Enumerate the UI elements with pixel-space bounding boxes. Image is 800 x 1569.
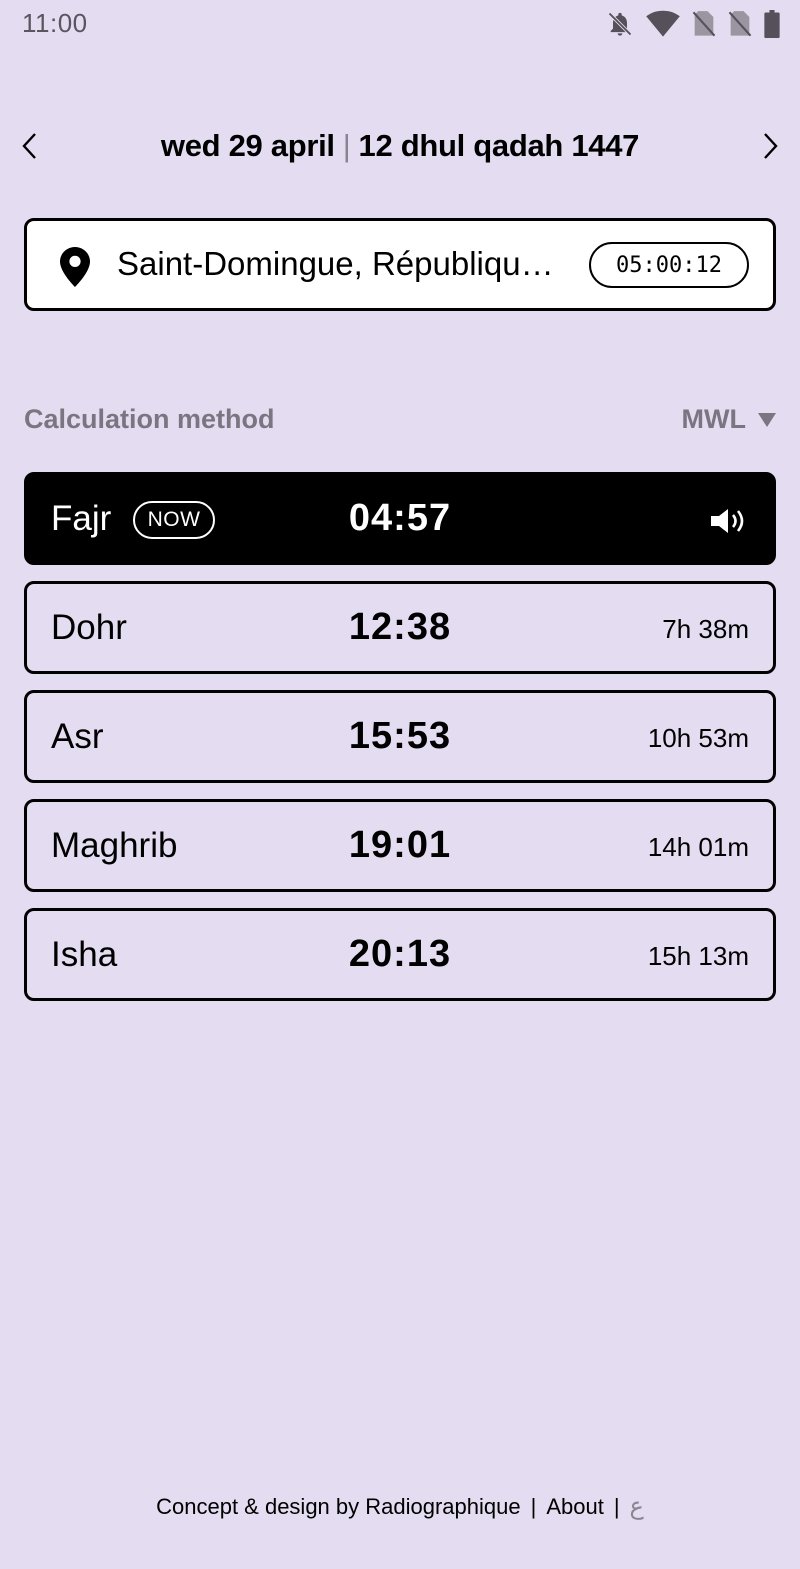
footer: Concept & design by Radiographique | About… [0,1492,800,1521]
date-separator: | [342,128,351,163]
no-sim-icon [728,10,752,38]
location-name: Saint-Domingue, République Dominicaine [117,245,557,282]
speaker-icon[interactable] [711,507,749,540]
prayer-card-maghrib[interactable]: Maghrib 19:01 14h 01m [24,799,776,892]
status-bar: 11:00 [0,0,800,46]
calculation-method-label: Calculation method [24,404,275,434]
next-day-button[interactable] [754,130,786,162]
calculation-method-value: MWL [681,404,746,434]
prayer-card-dohr[interactable]: Dohr 12:38 7h 38m [24,581,776,674]
countdown-timer: 05:00:12 [589,242,749,288]
chevron-right-icon [764,133,778,159]
footer-separator: | [530,1494,537,1519]
credit-link[interactable]: Concept & design by Radiographique [156,1494,520,1519]
triangle-down-icon [758,412,776,427]
location-pin-icon [59,247,91,292]
about-link[interactable]: About [546,1494,604,1519]
status-icons [606,10,780,38]
prayer-list: Fajr NOW 04:57 Dohr 12:38 7h 38m Asr 15:… [24,472,776,1017]
prayer-remaining: 15h 13m [647,941,749,971]
date-display: wed 29 april | 12 dhul qadah 1447 [0,128,800,164]
calculation-method-row: Calculation method MWL [24,402,776,438]
footer-separator: | [613,1494,620,1519]
prayer-remaining: 14h 01m [647,832,749,862]
no-sim-icon [692,10,716,38]
prayer-card-fajr[interactable]: Fajr NOW 04:57 [24,472,776,565]
calculation-method-dropdown[interactable]: MWL [682,404,776,435]
prayer-remaining: 7h 38m [662,614,749,644]
battery-icon [764,10,780,38]
language-toggle[interactable]: ع [630,1493,644,1520]
prayer-card-isha[interactable]: Isha 20:13 15h 13m [24,908,776,1001]
date-header: wed 29 april | 12 dhul qadah 1447 [0,120,800,172]
wifi-icon [646,10,680,38]
prayer-card-asr[interactable]: Asr 15:53 10h 53m [24,690,776,783]
gregorian-date: wed 29 april [160,128,335,163]
location-selector[interactable]: Saint-Domingue, République Dominicaine 0… [24,218,776,311]
prayer-time: 12:38 [348,606,452,648]
bell-off-icon [606,10,634,38]
prayer-remaining: 10h 53m [647,723,749,753]
prayer-time: 04:57 [348,497,452,539]
status-time: 11:00 [22,8,88,38]
hijri-date: 12 dhul qadah 1447 [358,128,640,163]
